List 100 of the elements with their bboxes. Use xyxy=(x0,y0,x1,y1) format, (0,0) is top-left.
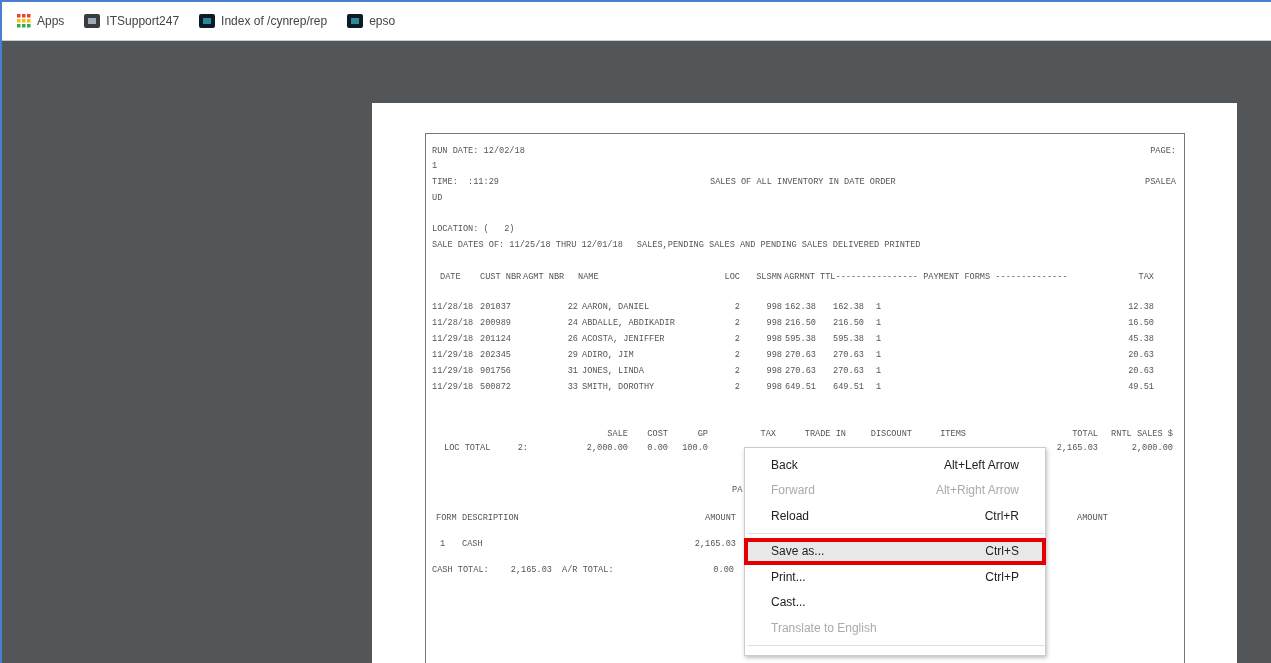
report-title: SALES OF ALL INVENTORY IN DATE ORDER xyxy=(710,177,897,187)
table-cell-text: 270.63 xyxy=(832,365,865,376)
column-header: LOC xyxy=(723,271,740,282)
table-cell-text: 33 xyxy=(566,381,578,392)
column-header: DISCOUNT xyxy=(869,428,912,439)
ar-total-label: A/R TOTAL: xyxy=(561,564,615,575)
table-cell-text: SMITH, DOROTHY xyxy=(581,381,656,392)
table-cell-text: JONES, LINDA xyxy=(581,365,645,376)
location-number: 2: xyxy=(516,442,528,453)
table-cell-text: 998 xyxy=(765,301,782,312)
column-header: GP xyxy=(696,428,708,439)
apps-grid-icon xyxy=(17,14,31,28)
table-cell-text: 2,165.03 xyxy=(693,538,736,549)
table-cell-text: ADIRO, JIM xyxy=(581,349,635,360)
column-header: ITEMS xyxy=(939,428,966,439)
menu-item[interactable]: Save as... Ctrl+S xyxy=(745,538,1045,564)
table-cell-text: 2 xyxy=(733,333,740,344)
table-cell-text: 270.63 xyxy=(784,365,817,376)
site-favicon-icon xyxy=(84,14,101,28)
table-cell-text: 201124 xyxy=(480,333,512,344)
table-cell-text: 24 xyxy=(566,317,578,328)
table-cell-text: 595.38 xyxy=(832,333,865,344)
table-cell-text: 1 xyxy=(875,333,883,344)
table-cell-text: 998 xyxy=(765,317,782,328)
site-favicon-icon xyxy=(347,14,364,28)
bookmark-link[interactable]: Index of /cynrep/rep xyxy=(199,14,328,28)
table-cell-text: 11/29/18 xyxy=(432,365,475,376)
column-header: COST xyxy=(646,428,668,439)
table-cell-text: AARON, DANIEL xyxy=(581,301,651,312)
table-cell-text: 200989 xyxy=(480,317,512,328)
column-header: TRADE IN xyxy=(803,428,846,439)
table-cell-text: 11/29/18 xyxy=(432,381,475,392)
column-header: FORM xyxy=(435,512,458,523)
table-cell-text: 49.51 xyxy=(1127,381,1154,392)
column-header: CUST NBR xyxy=(480,271,523,282)
table-cell-text: 11/28/18 xyxy=(432,317,475,328)
table-cell-text: 20.63 xyxy=(1127,365,1154,376)
site-favicon-icon xyxy=(199,14,216,28)
table-cell-text: 270.63 xyxy=(784,349,817,360)
table-cell-text: 901756 xyxy=(480,365,512,376)
table-cell-text: 2 xyxy=(733,301,740,312)
time-value: :11:29 xyxy=(468,177,500,187)
table-cell-text: 11/29/18 xyxy=(432,349,475,360)
total-value: 100.0 xyxy=(681,442,708,453)
table-cell-text: 1 xyxy=(875,317,883,328)
bookmark-link[interactable]: epso xyxy=(347,14,396,28)
table-cell-text: 1 xyxy=(875,301,883,312)
column-header: SLSMN xyxy=(755,271,782,282)
menu-item[interactable]: Back Alt+Left Arrow xyxy=(745,452,1045,478)
menu-item[interactable]: Reload Ctrl+R xyxy=(745,503,1045,529)
program-name: PSALEA xyxy=(1145,177,1176,187)
column-header: AGRMNT xyxy=(783,271,816,282)
total-value: 0.00 xyxy=(646,442,668,453)
table-cell-text: 2 xyxy=(733,381,740,392)
table-cell-text: 12.38 xyxy=(1127,301,1154,312)
table-cell-text: 998 xyxy=(765,365,782,376)
table-cell-text: 2 xyxy=(733,349,740,360)
table-cell-text: 1 xyxy=(875,349,883,360)
table-cell-text: 998 xyxy=(765,333,782,344)
table-cell-text: 270.63 xyxy=(832,349,865,360)
table-cell-text: 11/29/18 xyxy=(432,333,475,344)
table-cell-text: 20.63 xyxy=(1127,349,1154,360)
table-cell-text: CASH xyxy=(462,538,484,549)
table-cell-text: 998 xyxy=(765,349,782,360)
column-header: RNTL SALES $ xyxy=(1110,428,1173,439)
payments-title: PA xyxy=(732,484,743,495)
column-header: DATE xyxy=(439,271,462,282)
table-cell-text: 26 xyxy=(566,333,578,344)
table-cell-text: 1 xyxy=(875,381,883,392)
sale-dates: SALE DATES OF: 11/25/18 THRU 12/01/18 xyxy=(432,239,623,250)
run-date: RUN DATE: 12/02/18 xyxy=(432,145,525,156)
total-label: LOC TOTAL xyxy=(443,442,492,453)
menu-item[interactable]: Print... Ctrl+P xyxy=(745,564,1045,590)
column-header: TAX xyxy=(759,428,776,439)
table-cell-text: 201037 xyxy=(480,301,512,312)
column-header: AGMT NBR xyxy=(523,271,566,282)
location-line: LOCATION: ( 2) xyxy=(432,224,515,235)
time-label: TIME: xyxy=(432,177,459,187)
table-cell-text: 16.50 xyxy=(1127,317,1154,328)
cash-total-label: CASH TOTAL: xyxy=(432,564,490,575)
column-header: AMOUNT xyxy=(704,512,736,523)
bookmark-link[interactable]: ITSupport247 xyxy=(84,14,180,28)
menu-item[interactable]: Cast... xyxy=(745,589,1045,615)
table-cell-text: 1 xyxy=(875,365,883,376)
total-value: 2,000.00 xyxy=(585,442,628,453)
table-cell-text: 202345 xyxy=(480,349,512,360)
table-cell-text: 649.51 xyxy=(784,381,817,392)
table-cell-text: 11/28/18 xyxy=(432,301,475,312)
total-value: 2,000.00 xyxy=(1130,442,1173,453)
column-header: TTL---------------- PAYMENT FORMS -------------- xyxy=(819,271,1069,282)
table-cell-text: 22 xyxy=(566,301,578,312)
table-cell-text: ABDALLE, ABDIKADIR xyxy=(581,317,676,328)
table-cell-text: 2 xyxy=(733,317,740,328)
table-cell-text: 595.38 xyxy=(784,333,817,344)
table-cell-text: 216.50 xyxy=(784,317,817,328)
table-cell-text: 2 xyxy=(733,365,740,376)
page-number: 1 xyxy=(432,161,438,172)
column-header: TOTAL xyxy=(1071,428,1098,439)
sales-filter: SALES,PENDING SALES AND PENDING SALES DELIVERED PRINTED xyxy=(636,239,921,250)
bookmark-link[interactable]: Apps xyxy=(17,14,65,28)
